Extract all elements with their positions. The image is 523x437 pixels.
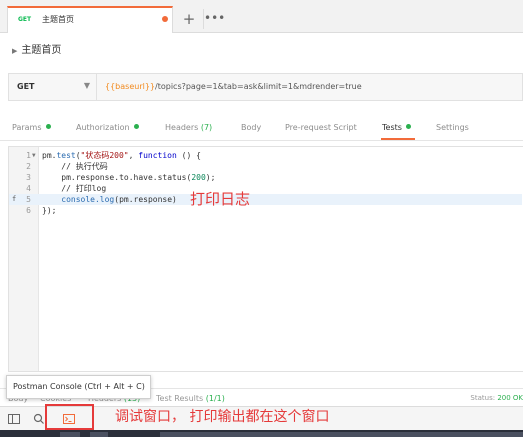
annotation-print-log: 打印日志	[190, 190, 251, 208]
url-path: /topics?page=1&tab=ask&limit=1&mdrender=…	[155, 82, 362, 91]
tab-tests-label: Tests	[382, 123, 402, 132]
unsaved-dot-icon	[162, 16, 168, 22]
code-text: // 执行代码	[42, 162, 108, 171]
taskbar-item[interactable]	[90, 432, 108, 437]
line-number: 3	[26, 173, 31, 182]
line-number: 4	[26, 184, 31, 193]
console-tooltip: Postman Console (Ctrl + Alt + C)	[6, 375, 151, 399]
request-name-header[interactable]: ▶ 主题首页	[12, 41, 61, 56]
code-token: test	[56, 151, 76, 160]
fold-arrow-icon[interactable]: ▼	[32, 150, 36, 161]
os-taskbar	[0, 430, 523, 437]
console-highlight-box	[45, 404, 94, 430]
code-line: 6 });	[9, 205, 522, 216]
response-status: Status: 200 OK	[470, 394, 523, 402]
code-token: ,	[128, 151, 139, 160]
code-token: pm.	[42, 151, 57, 160]
line-number: 5	[26, 195, 31, 204]
code-token: pm.response.to.have.status(	[42, 173, 192, 182]
tab-params-label: Params	[12, 123, 42, 132]
code-token: "状态码200"	[80, 151, 129, 160]
code-token: function	[138, 151, 177, 160]
code-text: console.log(pm.response)	[42, 194, 177, 205]
indicator-dot-icon	[133, 124, 139, 129]
url-bar: GET ▼ {{baseurl}}/topics?page=1&tab=ask&…	[8, 73, 523, 101]
code-text: // 打印log	[42, 184, 107, 193]
tab-headers[interactable]: Headers (7)	[165, 123, 212, 132]
sidebar-toggle-icon[interactable]	[7, 412, 21, 426]
code-text: pm.response.to.have.status(200);	[42, 172, 215, 183]
status-label: Status:	[470, 394, 496, 402]
active-tab-underline	[381, 138, 415, 140]
line-number: 1	[26, 151, 31, 160]
request-tab-bar: GET 主题首页 + •••	[0, 0, 523, 33]
tab-tests[interactable]: Tests	[382, 123, 411, 132]
status-value: 200 OK	[497, 394, 523, 402]
code-token: console.log	[42, 195, 115, 204]
line-number: 2	[26, 162, 31, 171]
tab-params[interactable]: Params	[12, 123, 51, 132]
url-variable: {{baseurl}}	[105, 82, 156, 91]
method-select[interactable]: GET ▼	[9, 74, 97, 100]
new-tab-button[interactable]: +	[178, 9, 200, 29]
caret-right-icon: ▶	[12, 47, 18, 55]
url-input[interactable]: {{baseurl}}/topics?page=1&tab=ask&limit=…	[105, 82, 362, 91]
code-line: 2 // 执行代码	[9, 161, 522, 172]
tab-settings[interactable]: Settings	[436, 123, 469, 132]
tab-options-button[interactable]: •••	[203, 9, 225, 29]
tab-body[interactable]: Body	[241, 123, 261, 132]
taskbar-item[interactable]	[160, 432, 523, 437]
request-name: 主题首页	[21, 45, 62, 56]
code-line: 1 ▼ pm.test("状态码200", function () {	[9, 150, 522, 161]
code-line: 4 // 打印log	[9, 183, 522, 194]
annotation-console-window: 调试窗口， 打印输出都在这个窗口	[115, 409, 330, 425]
indicator-dot-icon	[45, 124, 51, 129]
indicator-dot-icon	[405, 124, 411, 129]
line-number: 6	[26, 206, 31, 215]
response-tab-test-results[interactable]: Test Results (1/1)	[156, 394, 225, 403]
code-text: pm.test("状态码200", function () {	[42, 150, 201, 161]
code-line: 3 pm.response.to.have.status(200);	[9, 172, 522, 183]
tab-method-label: GET	[18, 16, 32, 23]
code-token: (pm.response)	[114, 195, 177, 204]
request-tab[interactable]: GET 主题首页	[7, 6, 173, 33]
method-select-value: GET	[17, 82, 35, 91]
tab-authorization-label: Authorization	[76, 123, 130, 132]
code-token: 200	[191, 173, 206, 182]
tab-headers-count: (7)	[200, 123, 213, 132]
search-icon[interactable]	[32, 412, 46, 426]
taskbar-item[interactable]	[60, 432, 80, 437]
request-subtabs: Params Authorization Headers (7) Body Pr…	[0, 115, 523, 141]
code-token: );	[205, 173, 216, 182]
tab-title: 主题首页	[42, 15, 74, 24]
test-results-label: Test Results	[156, 394, 204, 403]
chevron-down-icon: ▼	[83, 81, 90, 90]
code-text: });	[42, 206, 57, 215]
tab-authorization[interactable]: Authorization	[76, 123, 139, 132]
tab-headers-label: Headers	[165, 123, 199, 132]
test-results-count: (1/1)	[205, 394, 225, 403]
code-line-active: f 5 console.log(pm.response)	[9, 194, 522, 205]
tab-prerequest-script[interactable]: Pre-request Script	[285, 123, 357, 132]
tests-code-editor[interactable]: 1 ▼ pm.test("状态码200", function () { 2 //…	[8, 146, 523, 372]
code-token: () {	[176, 151, 201, 160]
